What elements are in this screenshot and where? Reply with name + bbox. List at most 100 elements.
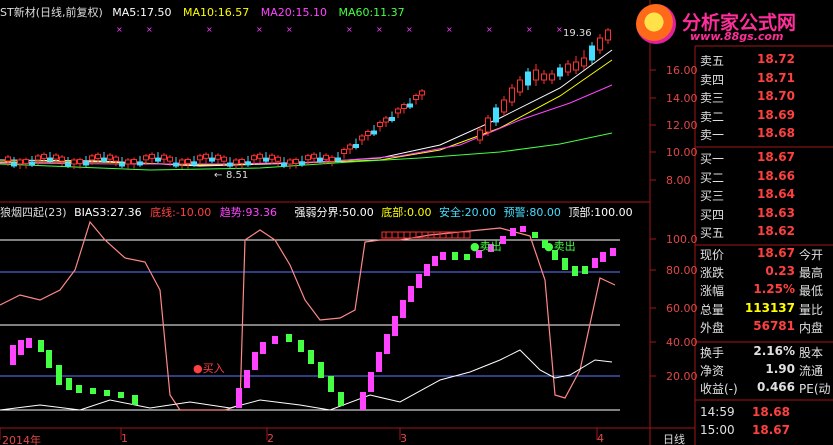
top-marker: × bbox=[346, 25, 353, 34]
candle-body bbox=[413, 95, 419, 100]
main-yaxis-tick: 10.00 bbox=[666, 146, 698, 159]
bottom-line-label: 底线: bbox=[150, 206, 176, 219]
strength-bar bbox=[286, 334, 292, 342]
candle-body bbox=[203, 153, 209, 159]
candle-body bbox=[239, 158, 245, 164]
order-book-price: 18.71 bbox=[757, 70, 795, 85]
quote-stat-label2: 最高 bbox=[799, 266, 824, 281]
strength-bar bbox=[46, 350, 52, 368]
watermark-url: www.88gs.com bbox=[690, 30, 784, 43]
ma5-label: MA5: bbox=[112, 6, 141, 19]
candle-body bbox=[517, 79, 523, 93]
ma10-value: 16.57 bbox=[217, 6, 250, 19]
candle-body bbox=[23, 159, 29, 165]
order-book-label: 卖一 bbox=[700, 128, 725, 142]
candle-body bbox=[525, 71, 531, 86]
tick-price: 18.68 bbox=[752, 405, 790, 419]
xaxis-label: 4 bbox=[597, 432, 604, 445]
strength-bar bbox=[384, 334, 390, 354]
candle-body bbox=[565, 63, 571, 73]
quote-stat-value: 0.23 bbox=[765, 264, 795, 279]
order-book-label: 买三 bbox=[700, 189, 725, 203]
strength-bar bbox=[132, 395, 138, 405]
candle-body bbox=[29, 161, 35, 166]
candle-body bbox=[161, 154, 167, 160]
candle-body bbox=[167, 156, 173, 162]
quote-stat-value: 113137 bbox=[744, 300, 795, 315]
candle-body bbox=[191, 161, 197, 166]
warning-value: 80.00 bbox=[529, 206, 561, 219]
candle-body bbox=[47, 157, 53, 162]
candle-body bbox=[11, 162, 17, 167]
warning-label: 预警: bbox=[503, 206, 530, 219]
strength-bar bbox=[236, 388, 242, 408]
candle-body bbox=[59, 156, 65, 162]
order-book-price: 18.70 bbox=[757, 89, 795, 103]
candle-body bbox=[549, 73, 555, 81]
candle-body bbox=[533, 69, 539, 81]
strength-bar bbox=[56, 365, 62, 385]
bias3-label: BIAS3: bbox=[74, 206, 111, 219]
period-mode-button[interactable]: 日线 bbox=[663, 431, 685, 445]
quote-stat-label: 外盘 bbox=[700, 320, 725, 335]
candle-body bbox=[395, 108, 401, 114]
strength-bar bbox=[464, 254, 470, 260]
top-marker: × bbox=[286, 25, 293, 34]
xaxis-label: 3 bbox=[400, 432, 407, 445]
strength-bar bbox=[432, 256, 438, 266]
safe-label: 安全: bbox=[438, 206, 465, 219]
candle-body bbox=[359, 135, 365, 141]
ma5-line bbox=[0, 49, 613, 167]
quote-stat-label2: 量比 bbox=[799, 302, 824, 317]
candle-body bbox=[335, 157, 341, 162]
quote-stat-label2: 股本 bbox=[799, 346, 824, 360]
strength-divider-label: 强弱分界: bbox=[294, 206, 343, 219]
main-yaxis-tick: 16.00 bbox=[666, 64, 698, 77]
candle-body bbox=[209, 157, 215, 162]
strength-bar bbox=[118, 392, 124, 398]
candle-body bbox=[371, 130, 377, 135]
xaxis-label: 1 bbox=[121, 432, 128, 445]
strength-bar bbox=[424, 264, 430, 276]
buy-signal-label: 买入 bbox=[202, 362, 225, 375]
order-book-price: 18.64 bbox=[757, 187, 795, 201]
candle-body bbox=[89, 155, 95, 161]
top-marker: × bbox=[146, 25, 153, 34]
candle-body bbox=[95, 153, 101, 159]
sell-signal-label: 卖出 bbox=[553, 240, 576, 253]
candle-body bbox=[227, 162, 233, 167]
tick-price: 18.67 bbox=[752, 423, 790, 437]
candle-body bbox=[311, 153, 317, 159]
candle-body bbox=[35, 155, 41, 161]
candle-body bbox=[477, 129, 483, 141]
watermark-logo: 分析家公式网 www.88gs.com bbox=[632, 2, 832, 46]
candle-body bbox=[589, 45, 595, 61]
order-book-label: 买二 bbox=[700, 170, 725, 185]
candle-body bbox=[377, 122, 383, 127]
top-value: 100.00 bbox=[594, 206, 633, 219]
candle-body bbox=[101, 157, 107, 162]
candle-body bbox=[179, 159, 185, 165]
strength-bar bbox=[592, 258, 598, 268]
bottom-line-value: -10.00 bbox=[175, 206, 212, 219]
ma60-value: 11.37 bbox=[373, 6, 405, 19]
strength-bar bbox=[252, 352, 258, 370]
candle-body bbox=[257, 153, 263, 159]
strength-bar bbox=[400, 300, 406, 318]
main-yaxis-tick: 14.00 bbox=[666, 92, 698, 105]
trend-line bbox=[0, 220, 616, 411]
strength-bar bbox=[328, 376, 334, 392]
indicator-yaxis-tick: 40.00 bbox=[666, 336, 698, 349]
candle-body bbox=[215, 154, 221, 160]
strength-bar bbox=[318, 362, 324, 378]
candle-body bbox=[71, 159, 77, 165]
low-price-label: 8.51 bbox=[226, 170, 249, 181]
ma20-label: MA20: bbox=[260, 6, 296, 19]
strength-bar bbox=[104, 390, 110, 396]
candle-body bbox=[509, 87, 515, 103]
strength-bar bbox=[10, 345, 16, 365]
order-book-price: 18.72 bbox=[757, 52, 795, 66]
candle-body bbox=[221, 156, 227, 162]
candle-body bbox=[365, 131, 371, 136]
strength-bar bbox=[408, 286, 414, 302]
